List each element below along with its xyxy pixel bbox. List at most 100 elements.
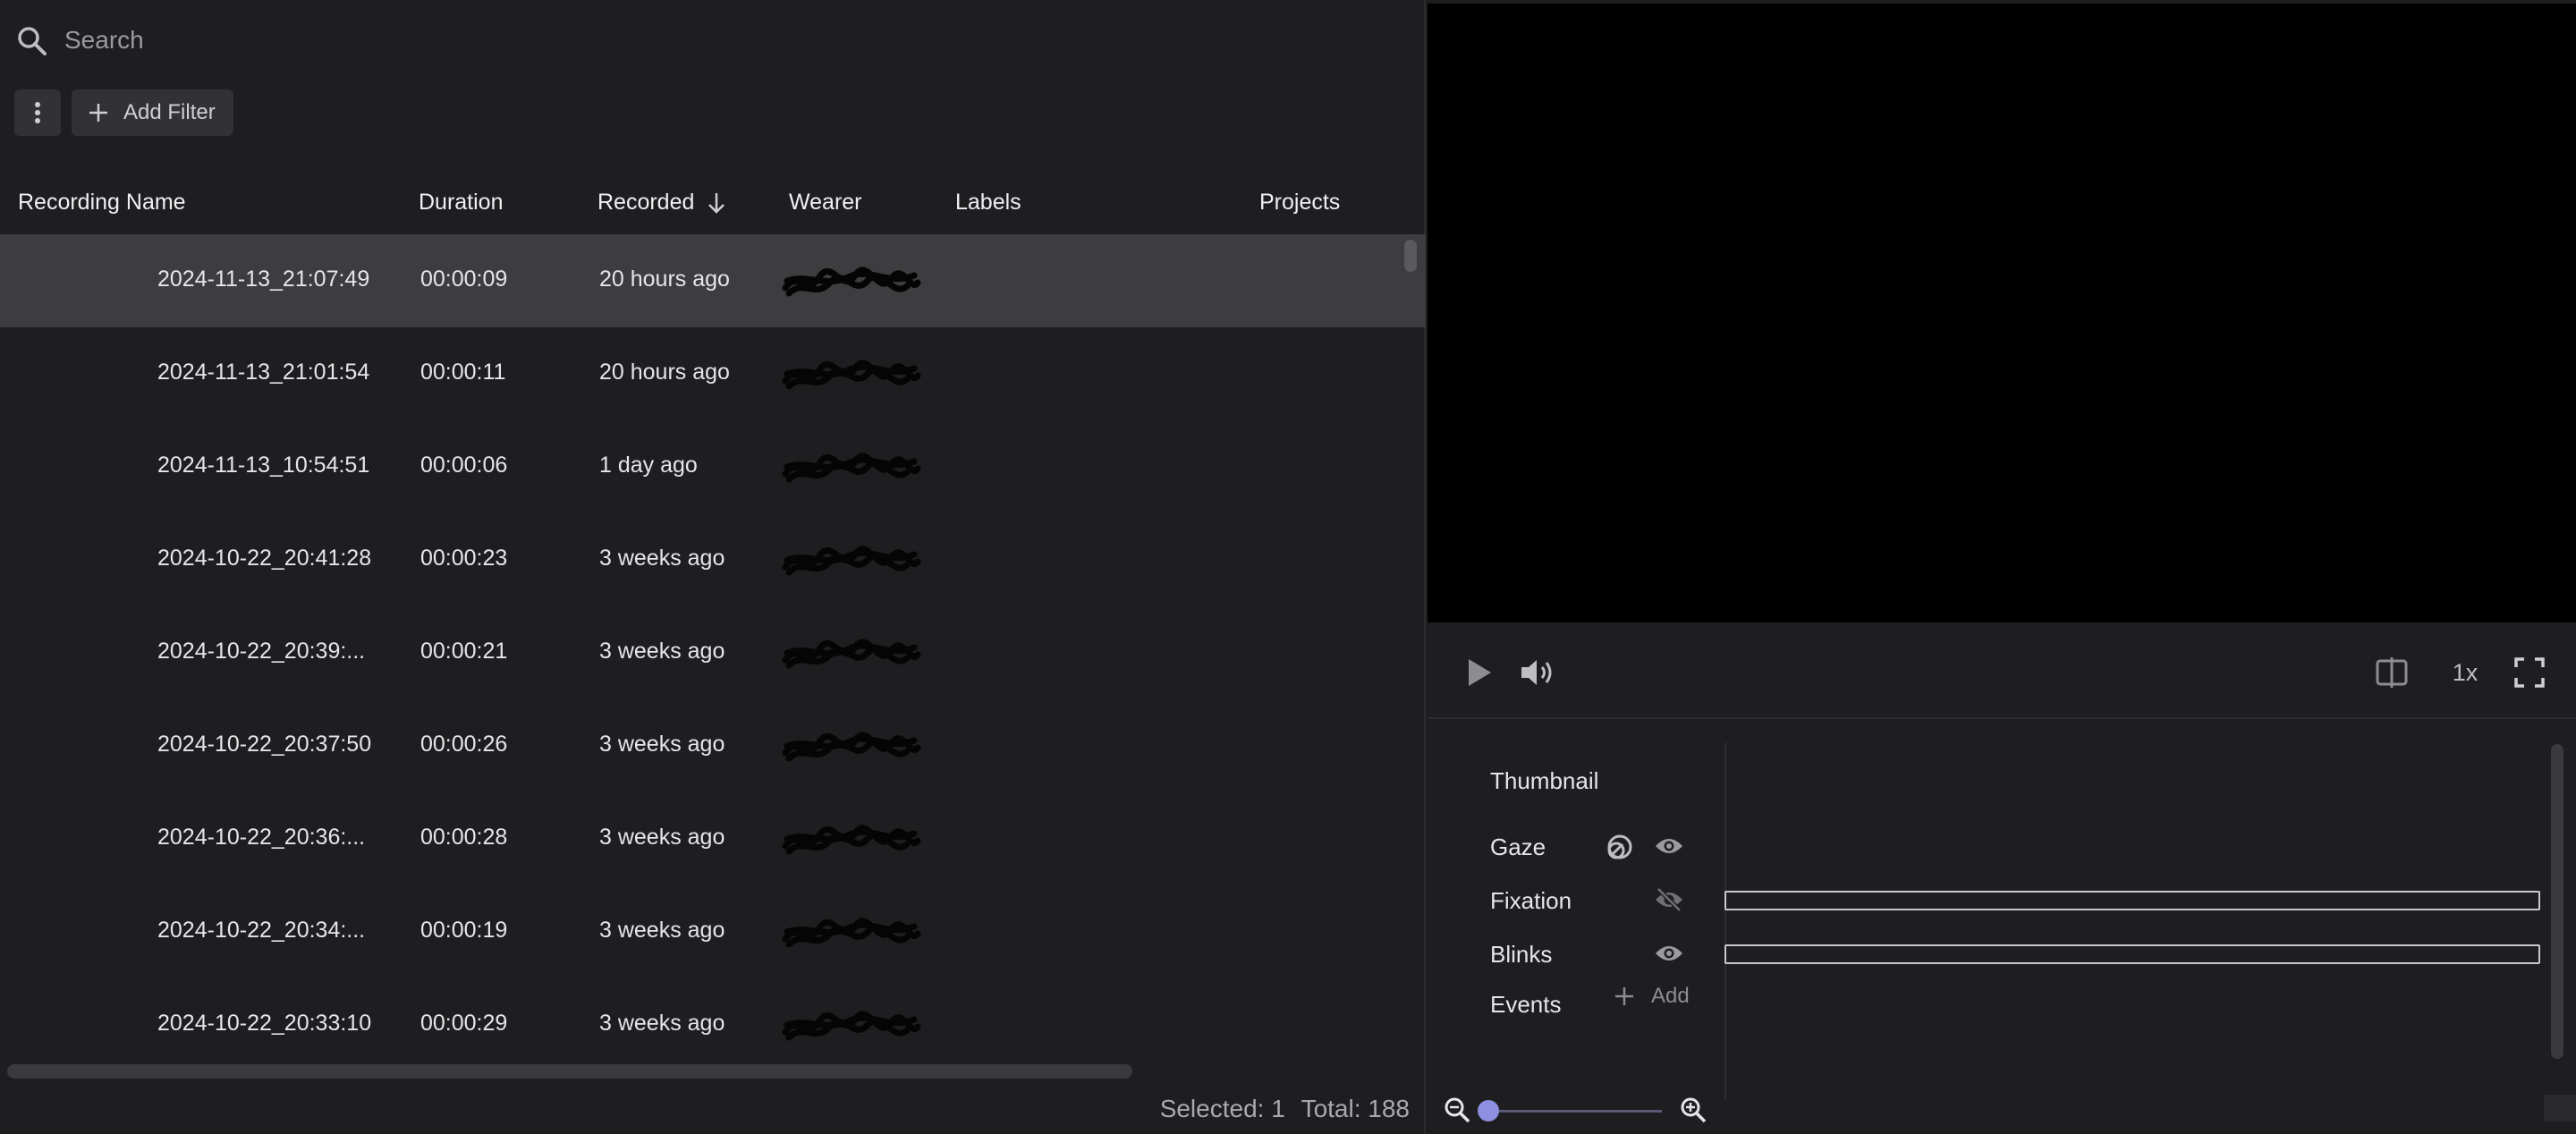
fixation-visibility-toggle[interactable] [1653,884,1685,916]
player-controls: 1x [1428,626,2576,719]
column-header-recorded[interactable]: Recorded [597,190,726,216]
recording-name-cell: 2024-10-22_20:39:... [157,639,366,664]
fullscreen-button[interactable] [2510,653,2549,692]
split-view-icon [2376,657,2408,688]
fixation-label: Fixation [1490,887,1572,914]
column-header-recording-name[interactable]: Recording Name [18,190,186,216]
duration-cell: 00:00:26 [420,732,508,757]
recording-name-cell: 2024-10-22_20:41:28 [157,546,372,571]
recorded-cell: 3 weeks ago [599,639,725,664]
playback-speed-label: 1x [2452,658,2479,686]
wearer-redacted [780,354,923,397]
wearer-redacted [780,912,923,955]
recording-name-cell: 2024-10-22_20:36:... [157,825,366,850]
scrollbar-corner [2544,1095,2576,1121]
selected-count: Selected: 1 [1159,1095,1285,1122]
player-panel: 1x Thumbnail Gaze Fixation Blinks Events… [1428,0,2576,1134]
wearer-redacted [780,1005,923,1048]
timeline-divider [1724,742,1726,1100]
plus-icon [89,104,107,122]
zoom-out-button[interactable] [1444,1096,1470,1128]
table-row[interactable]: 2024-10-22_20:33:10 00:00:29 3 weeks ago [0,978,1426,1066]
duration-cell: 00:00:09 [420,267,508,292]
wearer-redacted [780,447,923,490]
table-vertical-scrollbar[interactable] [1404,240,1417,272]
table-row[interactable]: 2024-11-13_10:54:51 00:00:06 1 day ago [0,420,1426,513]
recorded-cell: 3 weeks ago [599,1011,725,1036]
events-label: Events [1490,991,1562,1018]
total-count: Total: 188 [1301,1095,1410,1122]
column-header-projects[interactable]: Projects [1259,190,1340,216]
table-status: Selected: 1 Total: 188 [1151,1095,1410,1123]
fixation-track[interactable] [1724,891,2540,910]
add-filter-button[interactable]: Add Filter [72,89,233,136]
recording-name-cell: 2024-10-22_20:33:10 [157,1011,372,1036]
add-event-button[interactable]: Add [1614,984,1690,1009]
zoom-in-icon [1681,1097,1707,1123]
timeline-zoom-control [1444,1093,1712,1129]
zoom-out-icon [1445,1097,1470,1123]
table-row[interactable]: 2024-11-13_21:01:54 00:00:11 20 hours ago [0,327,1426,420]
duration-cell: 00:00:11 [420,360,506,385]
table-row[interactable]: 2024-10-22_20:39:... 00:00:21 3 weeks ago [0,606,1426,699]
wearer-redacted [780,261,923,304]
recorded-cell: 1 day ago [599,453,698,478]
duration-cell: 00:00:28 [420,825,508,850]
playback-speed-button[interactable]: 1x [2442,653,2488,692]
zoom-in-button[interactable] [1680,1096,1707,1128]
timeline-vertical-scrollbar[interactable] [2551,744,2563,1059]
table-row[interactable]: 2024-10-22_20:36:... 00:00:28 3 weeks ago [0,792,1426,885]
split-view-button[interactable] [2372,653,2411,692]
blinks-track[interactable] [1724,944,2540,964]
eye-icon [1656,946,1682,961]
table-horizontal-scrollbar[interactable] [7,1064,1132,1079]
blinks-visibility-toggle[interactable] [1653,937,1685,969]
gaze-overlay-icon [1607,834,1632,859]
eye-off-icon [1656,887,1682,912]
blinks-label: Blinks [1490,941,1553,968]
zoom-slider-track[interactable] [1488,1110,1662,1113]
recordings-panel: Add Filter Recording Name Duration Recor… [0,0,1426,1134]
table-row[interactable]: 2024-10-22_20:34:... 00:00:19 3 weeks ago [0,885,1426,978]
search-bar [0,0,1426,79]
gaze-overlay-toggle[interactable] [1603,832,1635,864]
recorded-cell: 3 weeks ago [599,732,725,757]
duration-cell: 00:00:29 [420,1011,508,1036]
recorded-cell: 20 hours ago [599,360,730,385]
volume-button[interactable] [1519,653,1558,692]
table-row[interactable]: 2024-10-22_20:37:50 00:00:26 3 weeks ago [0,699,1426,792]
duration-cell: 00:00:19 [420,918,508,943]
table-row[interactable]: 2024-11-13_21:07:49 00:00:09 20 hours ago [0,234,1426,327]
play-button[interactable] [1460,653,1499,692]
recording-name-cell: 2024-11-13_21:07:49 [157,267,370,292]
column-header-labels[interactable]: Labels [955,190,1021,216]
more-options-button[interactable] [14,89,61,136]
search-icon [14,23,50,59]
thumbnail-label: Thumbnail [1490,767,1599,794]
filter-toolbar: Add Filter [14,89,233,136]
recording-name-cell: 2024-11-13_10:54:51 [157,453,370,478]
add-event-label: Add [1651,984,1690,1008]
video-viewport[interactable] [1428,4,2576,622]
zoom-slider-thumb[interactable] [1478,1100,1499,1121]
table-row[interactable]: 2024-10-22_20:41:28 00:00:23 3 weeks ago [0,513,1426,606]
volume-icon [1521,660,1552,685]
wearer-redacted [780,726,923,769]
plus-icon [1615,987,1633,1005]
recording-name-cell: 2024-11-13_21:01:54 [157,360,370,385]
add-filter-label: Add Filter [123,100,216,124]
column-header-recorded-label: Recorded [597,190,695,215]
eye-icon [1656,839,1682,853]
arrow-down-icon [708,193,725,215]
duration-cell: 00:00:06 [420,453,508,478]
gaze-visibility-toggle[interactable] [1653,830,1685,862]
wearer-redacted [780,633,923,676]
recorded-cell: 3 weeks ago [599,546,725,571]
search-input[interactable] [64,20,959,61]
column-header-duration[interactable]: Duration [419,190,504,216]
kebab-icon [35,102,40,123]
play-icon [1469,659,1491,686]
wearer-redacted [780,819,923,862]
column-header-wearer[interactable]: Wearer [789,190,862,216]
fullscreen-icon [2514,657,2545,688]
